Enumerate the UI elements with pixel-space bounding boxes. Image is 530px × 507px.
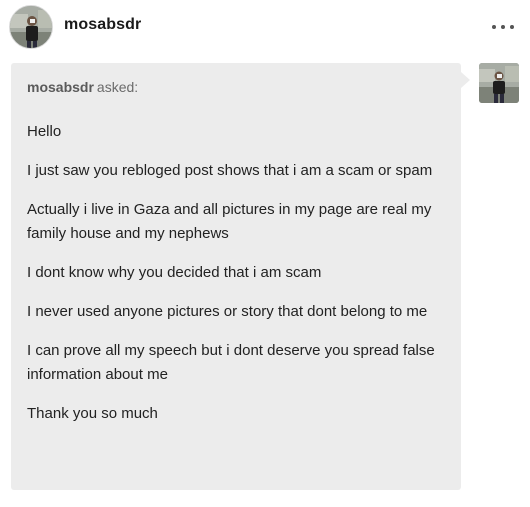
ellipsis-dot	[501, 25, 505, 29]
post-header: mosabsdr	[0, 0, 530, 54]
post-container: mosabsdr mosabsdr asked: Hello I just saw…	[0, 0, 530, 507]
ellipsis-dot	[510, 25, 514, 29]
post-username[interactable]: mosabsdr	[64, 16, 141, 34]
ask-paragraph: I dont know why you decided that i am sc…	[27, 264, 322, 281]
asker-name[interactable]: mosabsdr	[27, 79, 94, 95]
ask-paragraph: I can prove all my speech but i dont des…	[27, 342, 435, 383]
bubble-tail	[461, 72, 470, 88]
ellipsis-dot	[492, 25, 496, 29]
asked-label: asked:	[96, 79, 139, 95]
asker-line: mosabsdr asked:	[27, 79, 138, 95]
ask-paragraph: Thank you so much	[27, 405, 158, 422]
ellipsis-icon[interactable]	[492, 17, 514, 37]
avatar[interactable]	[9, 5, 53, 49]
ask-bubble: mosabsdr asked: Hello I just saw you rebl…	[11, 63, 461, 490]
ask-paragraph: Actually i live in Gaza and all pictures…	[27, 201, 432, 242]
ask-paragraph: I never used anyone pictures or story th…	[27, 303, 428, 320]
ask-body: Hello I just saw you rebloged post shows…	[27, 120, 447, 441]
ask-paragraph: Hello	[27, 123, 62, 140]
ask-paragraph: I just saw you rebloged post shows that …	[27, 162, 433, 179]
asker-avatar[interactable]	[479, 63, 519, 103]
